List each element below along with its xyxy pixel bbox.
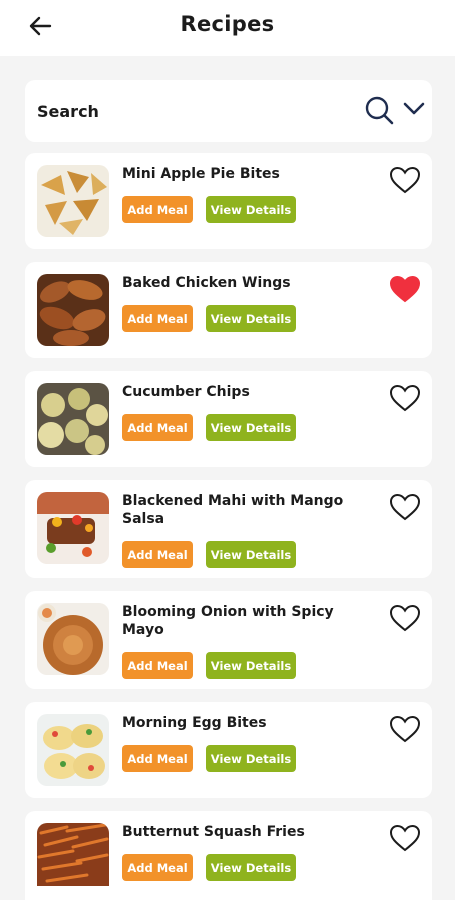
heart-outline-icon[interactable] (389, 714, 421, 744)
recipe-name: Baked Chicken Wings (122, 275, 291, 291)
view-details-button[interactable]: View Details (206, 854, 296, 881)
recipe-image (37, 383, 109, 455)
search-input[interactable] (37, 98, 337, 124)
recipe-name: Blackened Mahi with Mango Salsa (122, 493, 344, 527)
page-title: Recipes (180, 12, 275, 36)
view-details-button[interactable]: View Details (206, 541, 296, 568)
view-details-button[interactable]: View Details (206, 414, 296, 441)
recipe-name: Morning Egg Bites (122, 715, 267, 731)
recipe-card[interactable]: Butternut Squash Fries Add Meal View Det… (25, 811, 432, 900)
recipe-name: Cucumber Chips (122, 384, 250, 400)
view-details-button[interactable]: View Details (206, 196, 296, 223)
view-details-button[interactable]: View Details (206, 745, 296, 772)
search-icon[interactable] (364, 95, 394, 125)
recipe-card[interactable]: Morning Egg Bites Add Meal View Details (25, 702, 432, 798)
heart-outline-icon[interactable] (389, 165, 421, 195)
add-meal-button[interactable]: Add Meal (122, 414, 193, 441)
recipe-card[interactable]: Blackened Mahi with Mango Salsa Add Meal… (25, 480, 432, 578)
add-meal-button[interactable]: Add Meal (122, 305, 193, 332)
heart-outline-icon[interactable] (389, 823, 421, 853)
recipe-image (37, 714, 109, 786)
recipe-name: Butternut Squash Fries (122, 824, 305, 840)
view-details-button[interactable]: View Details (206, 305, 296, 332)
recipe-image (37, 165, 109, 237)
recipe-name: Mini Apple Pie Bites (122, 166, 280, 182)
heart-outline-icon[interactable] (389, 603, 421, 633)
add-meal-button[interactable]: Add Meal (122, 196, 193, 223)
chevron-down-icon[interactable] (403, 102, 425, 116)
add-meal-button[interactable]: Add Meal (122, 541, 193, 568)
view-details-button[interactable]: View Details (206, 652, 296, 679)
heart-outline-icon[interactable] (389, 492, 421, 522)
recipe-image (37, 274, 109, 346)
heart-outline-icon[interactable] (389, 383, 421, 413)
recipe-card[interactable]: Cucumber Chips Add Meal View Details (25, 371, 432, 467)
heart-filled-icon[interactable] (389, 274, 421, 304)
recipe-card[interactable]: Mini Apple Pie Bites Add Meal View Detai… (25, 153, 432, 249)
recipe-image (37, 603, 109, 675)
recipe-image (37, 492, 109, 564)
recipe-card[interactable]: Blooming Onion with Spicy Mayo Add Meal … (25, 591, 432, 689)
add-meal-button[interactable]: Add Meal (122, 652, 193, 679)
add-meal-button[interactable]: Add Meal (122, 745, 193, 772)
recipe-card[interactable]: Baked Chicken Wings Add Meal View Detail… (25, 262, 432, 358)
top-app-bar: Recipes (0, 0, 455, 56)
recipe-image (37, 823, 109, 886)
add-meal-button[interactable]: Add Meal (122, 854, 193, 881)
recipe-name: Blooming Onion with Spicy Mayo (122, 604, 334, 638)
